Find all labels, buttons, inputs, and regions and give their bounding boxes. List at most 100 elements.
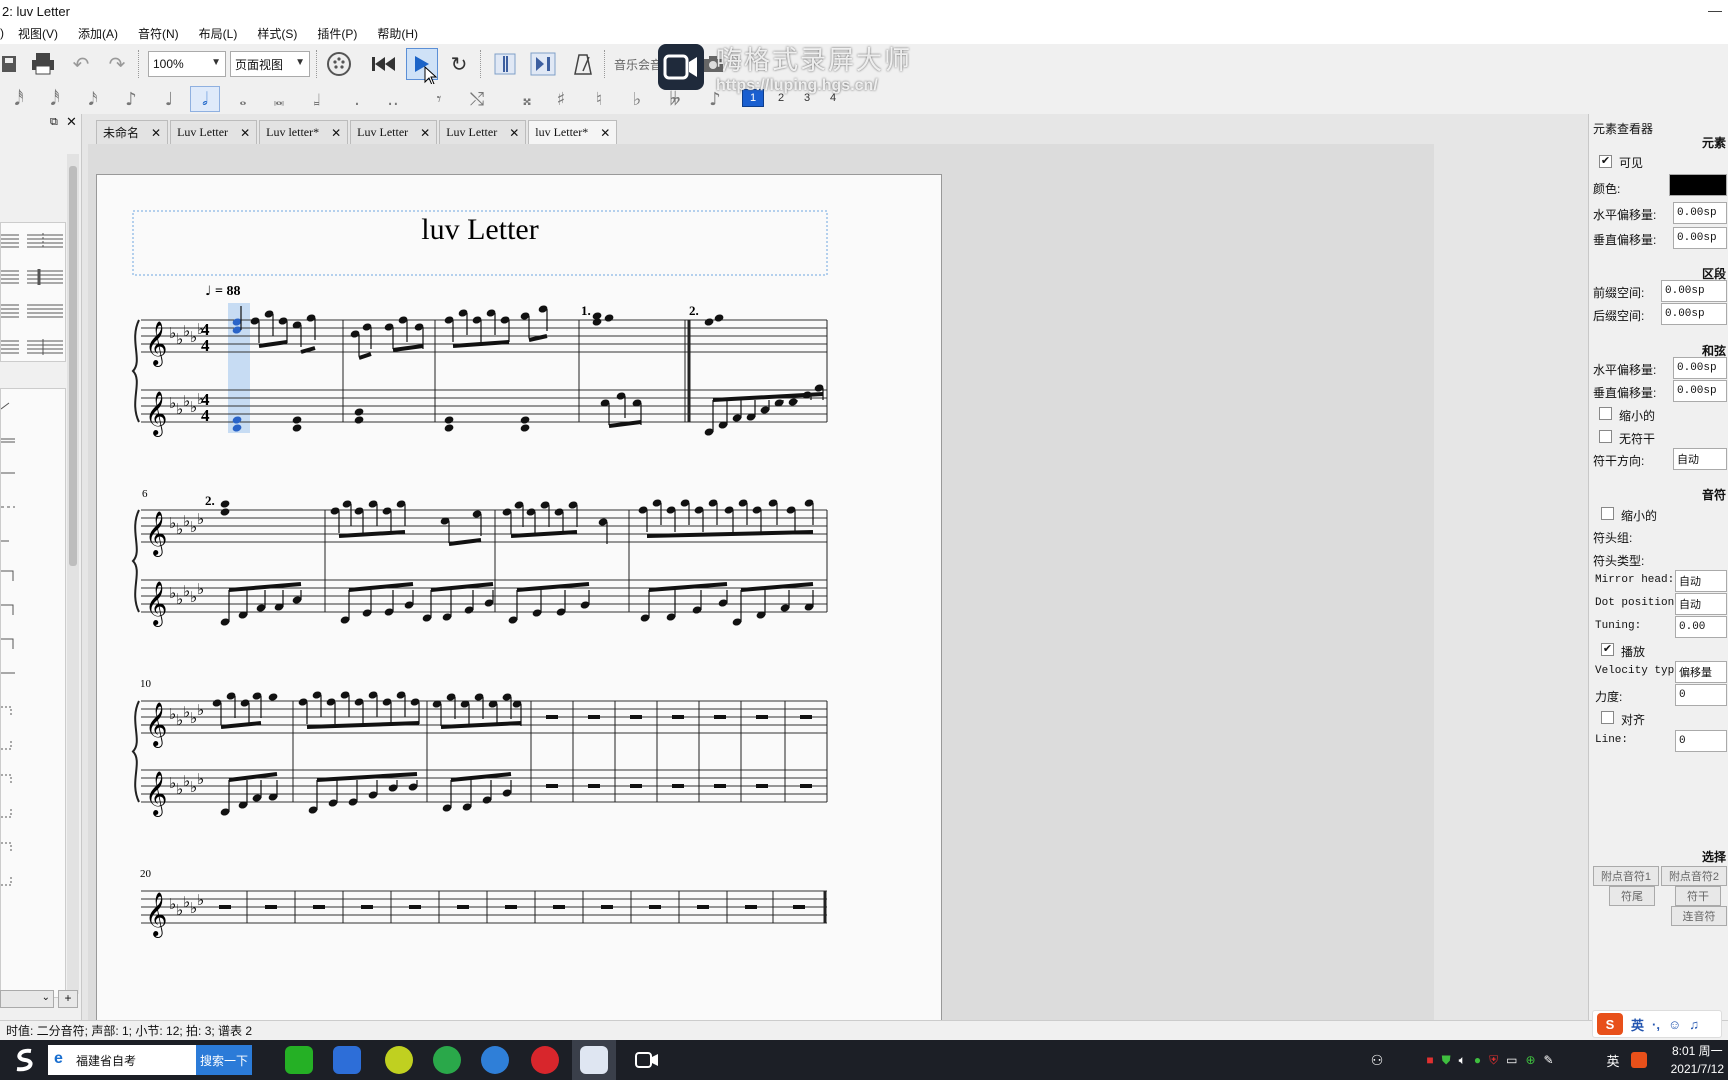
whole-rest[interactable]	[457, 905, 469, 909]
tab-score-0[interactable]: 未命名 ✕	[96, 120, 169, 144]
beam[interactable]	[338, 530, 406, 538]
line-cells[interactable]	[0, 389, 67, 999]
score-title[interactable]: luv Letter	[421, 213, 538, 246]
shield-icon[interactable]: ⛊	[1442, 1053, 1451, 1068]
select-flag-button[interactable]: 符尾	[1609, 886, 1655, 906]
select-beam-button[interactable]: 连音符	[1671, 906, 1727, 926]
menu-plugins[interactable]: 插件(P)	[307, 25, 367, 42]
beam[interactable]	[510, 530, 578, 538]
stem-dir-select[interactable]: 自动	[1673, 448, 1727, 470]
play-checkbox[interactable]: ✔	[1601, 643, 1614, 656]
whole-rest[interactable]	[409, 905, 421, 909]
note-small-checkbox[interactable]	[1601, 507, 1614, 520]
treble-clef[interactable]: 𝄞	[145, 892, 167, 938]
flat-accidental[interactable]: ♭	[197, 770, 204, 788]
recorder-app-icon[interactable]	[632, 1040, 662, 1080]
flat-icon[interactable]: ♭	[622, 86, 652, 112]
leading-field[interactable]: 0.00sp	[1661, 280, 1727, 302]
brace[interactable]	[131, 700, 140, 803]
beam[interactable]	[306, 721, 420, 729]
natural-icon[interactable]: ♮	[584, 86, 614, 112]
dot-icon[interactable]: .	[342, 86, 372, 112]
beam[interactable]	[440, 721, 522, 729]
beam[interactable]	[430, 582, 494, 592]
whole-rest[interactable]	[546, 784, 558, 788]
store-app-icon[interactable]	[332, 1040, 362, 1080]
tab-score-3[interactable]: Luv Letter ✕	[350, 120, 438, 144]
menu-layout[interactable]: 布局(L)	[189, 25, 248, 42]
volta-2-label-system2[interactable]: 2.	[205, 493, 215, 508]
zoom-select[interactable]: 100% ▼	[148, 51, 226, 77]
beam[interactable]	[608, 420, 642, 428]
whole-rest[interactable]	[265, 905, 277, 909]
whole-rest[interactable]	[601, 905, 613, 909]
beam[interactable]	[448, 538, 482, 546]
redo-icon[interactable]: ↷	[104, 52, 130, 76]
notehead[interactable]	[220, 507, 231, 516]
h-offset-field[interactable]: 0.00sp	[1673, 202, 1727, 224]
tab-score-1[interactable]: Luv Letter ✕	[170, 120, 258, 144]
line-field[interactable]: 0	[1675, 730, 1727, 752]
punctuation-icon[interactable]: ·,	[1652, 1017, 1660, 1032]
beam[interactable]	[392, 344, 424, 352]
people-icon[interactable]: ⚇	[1366, 1040, 1388, 1080]
tempo-note-icon[interactable]: ♩	[205, 284, 211, 299]
flat-accidental[interactable]: ♭	[197, 701, 204, 719]
tab-score-5[interactable]: luv Letter* ✕	[528, 120, 618, 144]
beam[interactable]	[228, 582, 302, 592]
whole-rest[interactable]	[714, 784, 726, 788]
rest-icon[interactable]: 𝄾	[424, 86, 454, 112]
beam[interactable]	[528, 334, 548, 342]
add-palette-button[interactable]: +	[58, 990, 78, 1008]
note-quarter-icon[interactable]: ♩	[154, 86, 184, 112]
tray-icons[interactable]: ■ ⛊ 🔈︎ ● ⛨ ▭ ⊕ ✎	[1400, 1040, 1580, 1080]
whole-rest[interactable]	[630, 784, 642, 788]
menu-view[interactable]: 视图(V)	[8, 25, 68, 42]
beam[interactable]	[450, 772, 512, 782]
flat-accidental[interactable]: ♭	[197, 580, 204, 598]
search-input[interactable]: e 福建省自考	[48, 1045, 196, 1075]
trailing-field[interactable]: 0.00sp	[1661, 303, 1727, 325]
score-page[interactable]: luv Letter ♩ = 88 𝄞 𝄞 ♭ ♭ ♭ ♭ ♭ ♭ ♭ ♭ ♭ ♭ 4 4 4 4 𝄞 𝄞 ♭ ♭ ♭ ♭…	[96, 174, 942, 1020]
repeat-playback-icon[interactable]	[490, 52, 520, 76]
beam[interactable]	[220, 721, 262, 729]
beam[interactable]	[516, 582, 590, 592]
whole-rest[interactable]	[800, 784, 812, 788]
volta-1-label[interactable]: 1.	[581, 303, 591, 318]
save-icon[interactable]	[0, 52, 20, 76]
score-notation[interactable]: luv Letter ♩ = 88 𝄞𝄞♭ ♭ ♭ ♭ ♭♭ ♭ ♭ ♭ ♭4444𝄞𝄞♭ ♭ ♭ ♭…	[97, 175, 943, 1020]
whole-rest[interactable]	[219, 905, 231, 909]
notehead[interactable]	[592, 311, 603, 320]
notehead[interactable]	[354, 415, 365, 424]
pan-score-icon[interactable]	[528, 50, 558, 78]
whole-rest[interactable]	[361, 905, 373, 909]
whole-rest[interactable]	[630, 715, 642, 719]
scrollbar-thumb[interactable]	[69, 166, 77, 566]
select-dot2-button[interactable]: 附点音符2	[1661, 866, 1727, 886]
beam[interactable]	[358, 352, 372, 360]
double-dot-icon[interactable]: ..	[378, 86, 408, 112]
clock[interactable]: 8:01 周一 2021/7/12	[1671, 1042, 1724, 1078]
loop-icon[interactable]: ↻	[446, 52, 472, 76]
pen-icon[interactable]: ✎	[1544, 1053, 1554, 1067]
notehead[interactable]	[604, 313, 615, 322]
notehead[interactable]	[268, 692, 279, 701]
treble-clef[interactable]: 𝄞	[145, 391, 167, 437]
notehead[interactable]	[354, 407, 365, 416]
notehead[interactable]	[444, 423, 455, 432]
close-icon[interactable]: ✕	[66, 114, 77, 130]
notehead[interactable]	[704, 317, 715, 326]
tab-score-4[interactable]: Luv Letter ✕	[439, 120, 527, 144]
note-breve-icon[interactable]: 𝅜	[264, 86, 294, 112]
ime-language-indicator[interactable]: 英	[1602, 1040, 1624, 1080]
note-32nd-icon[interactable]: 𝅘𝅥𝅰	[40, 86, 70, 112]
record-icon[interactable]: ■	[1426, 1053, 1433, 1067]
whole-rest[interactable]	[756, 784, 768, 788]
align-checkbox[interactable]	[1601, 711, 1614, 724]
browser-app-icon[interactable]	[432, 1040, 462, 1080]
note-longa-icon[interactable]: 𝆷	[302, 86, 332, 112]
ime-toolbar[interactable]: S 英 ·, ☺ ♫	[1592, 1010, 1722, 1038]
whole-rest[interactable]	[546, 715, 558, 719]
security-icon[interactable]: ⛨	[1489, 1053, 1498, 1068]
rewind-icon[interactable]	[370, 52, 398, 76]
